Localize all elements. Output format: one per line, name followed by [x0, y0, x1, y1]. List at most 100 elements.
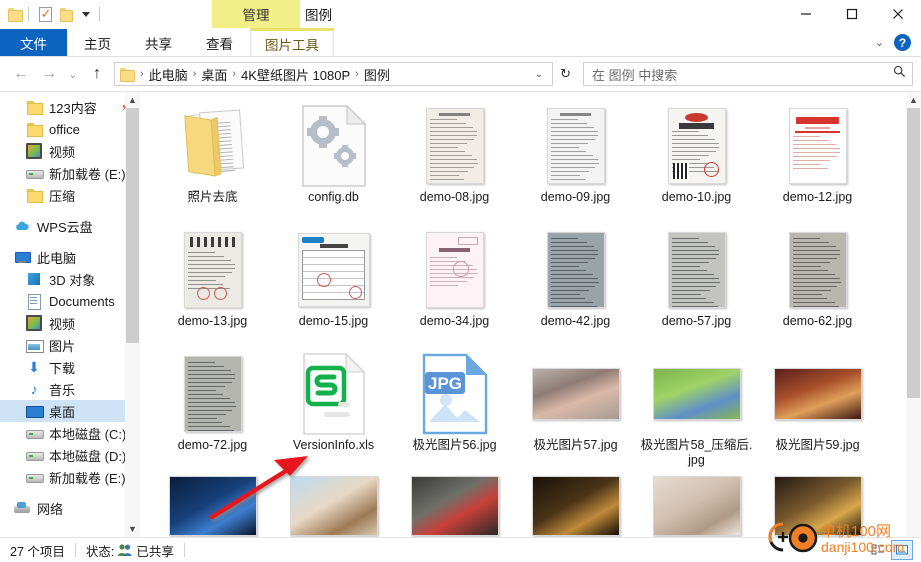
- file-item[interactable]: demo-08.jpg: [394, 98, 515, 222]
- forward-button[interactable]: →: [36, 61, 62, 87]
- sidebar-item-音乐[interactable]: ♪ 音乐: [0, 378, 140, 400]
- help-icon[interactable]: ?: [894, 34, 911, 51]
- content-scrollbar[interactable]: ▲: [906, 92, 921, 537]
- breadcrumb-item-3[interactable]: 图例: [360, 65, 394, 84]
- sidebar-scrollbar[interactable]: ▲ ▼: [125, 92, 140, 537]
- sidebar-item-label: 123内容: [49, 100, 97, 116]
- sidebar-item-此电脑[interactable]: 此电脑: [0, 246, 140, 268]
- breadcrumb-item-2[interactable]: 4K壁纸图片 1080P: [237, 65, 354, 84]
- sidebar-item-本地磁盘-c-[interactable]: 本地磁盘 (C:): [0, 422, 140, 444]
- sidebar-scroll-thumb[interactable]: [126, 108, 139, 343]
- file-name-label: demo-34.jpg: [419, 314, 490, 328]
- file-name-label: config.db: [308, 190, 359, 204]
- gear-file-thumbnail: [286, 104, 382, 188]
- file-item[interactable]: [273, 470, 394, 537]
- content-scroll-thumb[interactable]: [907, 108, 920, 398]
- file-item[interactable]: 极光图片57.jpg: [515, 346, 636, 470]
- file-item[interactable]: demo-15.jpg: [273, 222, 394, 346]
- file-item[interactable]: demo-72.jpg: [152, 346, 273, 470]
- dark-scan-thumbnail: [649, 228, 745, 312]
- photo-light-partial-thumbnail: [649, 476, 745, 536]
- sidebar-item-123内容[interactable]: 123内容📌: [0, 96, 140, 118]
- file-item[interactable]: demo-57.jpg: [636, 222, 757, 346]
- maximize-button[interactable]: [829, 0, 875, 28]
- qat-divider: [28, 7, 29, 21]
- file-item[interactable]: demo-12.jpg: [757, 98, 878, 222]
- doc-title: [559, 113, 592, 117]
- recent-locations-button[interactable]: ⌄: [64, 61, 82, 87]
- sidebar-item-label: 视频: [49, 316, 76, 332]
- search-input[interactable]: 在 图例 中搜索: [583, 62, 913, 86]
- explorer-body: 123内容📌office视频新加载卷 (E:)压缩WPS云盘此电脑3D 对象Do…: [0, 91, 921, 537]
- sidebar-item-本地磁盘-d-[interactable]: 本地磁盘 (D:): [0, 444, 140, 466]
- customize-qat-icon[interactable]: [78, 3, 94, 25]
- sidebar-scroll-up-icon[interactable]: ▲: [125, 92, 140, 108]
- file-item[interactable]: demo-42.jpg: [515, 222, 636, 346]
- breadcrumb-item-1[interactable]: 桌面: [197, 65, 231, 84]
- file-item[interactable]: demo-10.jpg: [636, 98, 757, 222]
- file-item[interactable]: [636, 470, 757, 537]
- address-dropdown-icon[interactable]: ⌄: [529, 69, 549, 80]
- file-item[interactable]: demo-09.jpg: [515, 98, 636, 222]
- refresh-button[interactable]: ↻: [555, 66, 576, 82]
- chevron-down-icon[interactable]: ⌄: [875, 36, 884, 49]
- tab-view[interactable]: 查看: [189, 29, 250, 56]
- file-name-label: demo-13.jpg: [177, 314, 248, 328]
- file-item[interactable]: JPG 极光图片56.jpg: [394, 346, 515, 470]
- file-item[interactable]: demo-62.jpg: [757, 222, 878, 346]
- sidebar-item-桌面[interactable]: 桌面: [0, 400, 140, 422]
- file-name-label: 极光图片58_压缩后.jpg: [640, 438, 753, 467]
- sidebar-item-视频[interactable]: 视频: [0, 140, 140, 162]
- scan-doc-thumbnail: [407, 104, 503, 188]
- sidebar-scroll-down-icon[interactable]: ▼: [125, 521, 140, 537]
- file-item[interactable]: config.db: [273, 98, 394, 222]
- sidebar-item-wps云盘[interactable]: WPS云盘: [0, 215, 140, 237]
- minimize-button[interactable]: [783, 0, 829, 28]
- close-button[interactable]: [875, 0, 921, 28]
- file-item[interactable]: 极光图片59.jpg: [757, 346, 878, 470]
- tab-home[interactable]: 主页: [67, 29, 128, 56]
- content-scroll-up-icon[interactable]: ▲: [906, 92, 921, 108]
- picture-icon: [26, 337, 44, 353]
- cloud-icon: [14, 218, 30, 234]
- tab-picture-tools[interactable]: 图片工具: [250, 28, 334, 56]
- file-item[interactable]: [394, 470, 515, 537]
- sidebar-item-3d-对象[interactable]: 3D 对象: [0, 268, 140, 290]
- status-divider: [74, 543, 76, 557]
- sidebar-item-下载[interactable]: ⬇ 下载: [0, 356, 140, 378]
- back-button[interactable]: ←: [8, 61, 34, 87]
- title-bar: 管理 图例: [0, 0, 921, 28]
- tab-share[interactable]: 共享: [128, 29, 189, 56]
- sidebar-item-新加载卷-e-[interactable]: 新加载卷 (E:): [0, 466, 140, 488]
- search-icon[interactable]: [893, 65, 906, 83]
- file-item[interactable]: VersionInfo.xls: [273, 346, 394, 470]
- file-item[interactable]: [515, 470, 636, 537]
- file-list-pane[interactable]: 照片去底 config.db demo-08.jpg demo-09.jpg demo-…: [140, 92, 921, 537]
- file-item[interactable]: 照片去底: [152, 98, 273, 222]
- sidebar-item-documents[interactable]: Documents: [0, 290, 140, 312]
- breadcrumb-item-0[interactable]: 此电脑: [145, 65, 192, 84]
- file-item[interactable]: demo-13.jpg: [152, 222, 273, 346]
- photo-blue-partial-thumbnail: [165, 476, 261, 536]
- file-item[interactable]: demo-34.jpg: [394, 222, 515, 346]
- address-bar: ← → ⌄ ↑ › 此电脑 › 桌面 › 4K壁纸图片 1080P › 图例 ⌄…: [0, 57, 921, 91]
- file-item[interactable]: [152, 470, 273, 537]
- sidebar-item-label: office: [49, 121, 80, 137]
- new-folder-icon[interactable]: [56, 3, 78, 25]
- up-button[interactable]: ↑: [84, 61, 110, 87]
- sidebar-item-新加载卷-e-[interactable]: 新加载卷 (E:): [0, 162, 140, 184]
- sidebar-item-网络[interactable]: 网络: [0, 497, 140, 519]
- sidebar-item-视频[interactable]: 视频: [0, 312, 140, 334]
- file-item[interactable]: 极光图片58_压缩后.jpg: [636, 346, 757, 470]
- tab-file[interactable]: 文件: [0, 29, 67, 56]
- jpg-icon-thumbnail: JPG: [407, 352, 503, 436]
- sidebar-item-压缩[interactable]: 压缩: [0, 184, 140, 206]
- large-icons-view-button[interactable]: [891, 540, 913, 560]
- details-view-button[interactable]: [867, 540, 889, 560]
- file-item[interactable]: [757, 470, 878, 537]
- sidebar-item-office[interactable]: office: [0, 118, 140, 140]
- sidebar-item-label: 音乐: [49, 382, 76, 398]
- sidebar-item-图片[interactable]: 图片: [0, 334, 140, 356]
- properties-icon[interactable]: [34, 3, 56, 25]
- breadcrumb[interactable]: › 此电脑 › 桌面 › 4K壁纸图片 1080P › 图例 ⌄: [114, 62, 554, 86]
